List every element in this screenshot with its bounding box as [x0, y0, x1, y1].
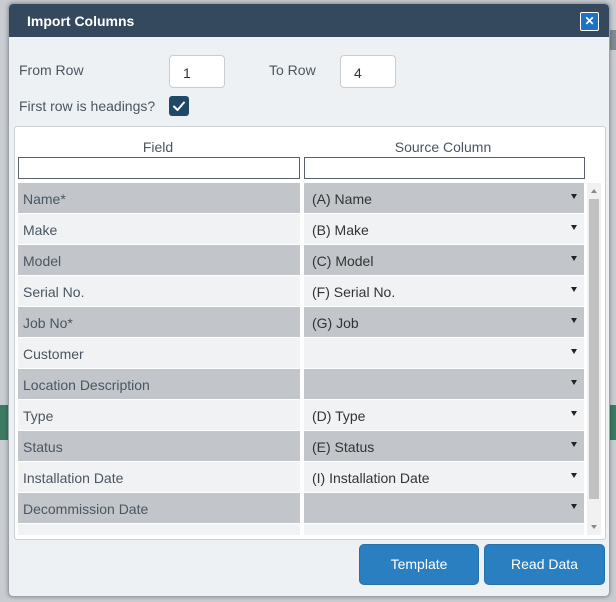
to-row-input[interactable]: 4: [340, 55, 396, 88]
field-name: Job No*: [18, 307, 300, 337]
source-column-select[interactable]: (A) Name: [304, 183, 584, 213]
chevron-down-icon: [571, 411, 577, 416]
chevron-down-icon: [571, 225, 577, 230]
source-column-value: (E) Status: [312, 439, 375, 455]
checkmark-icon: [173, 101, 185, 111]
table-row: Serial No. (F) Serial No.: [18, 276, 584, 307]
close-icon: ✕: [584, 14, 595, 28]
table-row: Model (C) Model: [18, 245, 584, 276]
chevron-down-icon: [571, 194, 577, 199]
template-button[interactable]: Template: [359, 544, 479, 585]
scroll-up-arrow-icon[interactable]: [591, 189, 597, 193]
field-name: Decommission Date: [18, 493, 300, 523]
column-mapping-grid: Field Source Column Name* (A) Name Make …: [14, 126, 606, 540]
table-row: Installation Date (I) Installation Date: [18, 462, 584, 493]
chevron-down-icon: [571, 473, 577, 478]
field-name: Customer: [18, 338, 300, 368]
source-column-select[interactable]: [304, 338, 584, 368]
source-column-select[interactable]: (C) Model: [304, 245, 584, 275]
from-row-input[interactable]: 1: [169, 55, 225, 88]
source-column-value: (F) Serial No.: [312, 284, 396, 300]
chevron-down-icon: [571, 318, 577, 323]
source-column-select[interactable]: [304, 524, 584, 535]
table-row: Customer: [18, 338, 584, 369]
chevron-down-icon: [571, 256, 577, 261]
table-row: Location Description: [18, 369, 584, 400]
table-row: [18, 524, 584, 535]
read-data-button[interactable]: Read Data: [484, 544, 605, 585]
chevron-down-icon: [571, 287, 577, 292]
source-column-select[interactable]: [304, 493, 584, 523]
dialog-title: Import Columns: [27, 13, 135, 29]
table-row: Decommission Date: [18, 493, 584, 524]
first-row-headings-checkbox[interactable]: [169, 96, 189, 116]
from-row-label: From Row: [19, 62, 84, 78]
first-row-headings-label: First row is headings?: [19, 98, 156, 114]
scroll-down-arrow-icon[interactable]: [591, 525, 597, 529]
source-filter-input[interactable]: [304, 157, 585, 179]
to-row-label: To Row: [269, 62, 316, 78]
source-column-header: Source Column: [394, 139, 492, 155]
table-row: Status (E) Status: [18, 431, 584, 462]
source-column-select[interactable]: (B) Make: [304, 214, 584, 244]
field-name: [18, 524, 300, 535]
field-name: Model: [18, 245, 300, 275]
dialog-titlebar: Import Columns ✕: [9, 4, 609, 37]
chevron-down-icon: [571, 380, 577, 385]
source-column-select[interactable]: (G) Job: [304, 307, 584, 337]
source-column-value: (G) Job: [312, 315, 359, 331]
mapping-rows: Name* (A) Name Make (B) Make Model (C) M…: [18, 183, 584, 535]
chevron-down-icon: [571, 442, 577, 447]
chevron-down-icon: [571, 504, 577, 509]
field-name: Installation Date: [18, 462, 300, 492]
source-column-select[interactable]: (F) Serial No.: [304, 276, 584, 306]
field-name: Type: [18, 400, 300, 430]
source-column-select[interactable]: [304, 369, 584, 399]
field-name: Location Description: [18, 369, 300, 399]
source-column-value: (I) Installation Date: [312, 470, 430, 486]
table-row: Job No* (G) Job: [18, 307, 584, 338]
field-name: Make: [18, 214, 300, 244]
grid-scrollbar[interactable]: [587, 183, 601, 535]
scroll-thumb[interactable]: [589, 199, 599, 499]
field-name: Name*: [18, 183, 300, 213]
table-row: Make (B) Make: [18, 214, 584, 245]
import-columns-dialog: Import Columns ✕ From Row 1 To Row 4 Fir…: [8, 3, 610, 597]
close-button[interactable]: ✕: [580, 12, 599, 31]
field-name: Status: [18, 431, 300, 461]
source-column-value: (B) Make: [312, 222, 369, 238]
table-row: Type (D) Type: [18, 400, 584, 431]
source-column-select[interactable]: (I) Installation Date: [304, 462, 584, 492]
source-column-value: (C) Model: [312, 253, 374, 269]
table-row: Name* (A) Name: [18, 183, 584, 214]
field-name: Serial No.: [18, 276, 300, 306]
source-column-value: (A) Name: [312, 191, 372, 207]
field-column-header: Field: [142, 139, 174, 155]
source-column-select[interactable]: (D) Type: [304, 400, 584, 430]
source-column-select[interactable]: (E) Status: [304, 431, 584, 461]
source-column-value: (D) Type: [312, 408, 366, 424]
field-filter-input[interactable]: [18, 157, 300, 179]
chevron-down-icon: [571, 349, 577, 354]
